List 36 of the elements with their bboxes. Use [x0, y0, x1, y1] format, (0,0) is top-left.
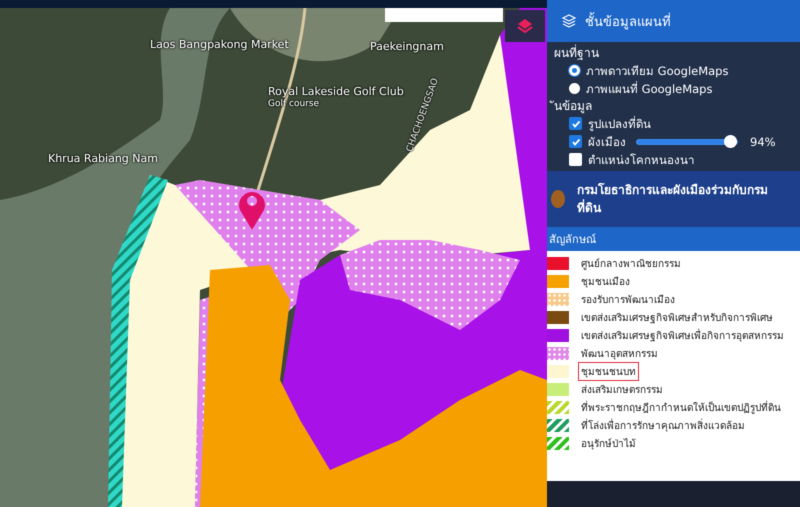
layers-icon	[561, 13, 577, 29]
legend-title: สัญลักษณ์	[549, 232, 596, 248]
seal-icon	[551, 190, 565, 208]
legend-label: ส่งเสริมเกษตรกรรม	[580, 384, 664, 398]
section-heading: ันข้อมูล	[551, 98, 794, 114]
legend-label: ชุมชนชนบท	[579, 362, 638, 380]
radio-button[interactable]	[569, 83, 580, 94]
slider-value: 94%	[750, 134, 776, 148]
option-label[interactable]: ภาพแผนที่ GoogleMaps	[586, 80, 712, 98]
layers-button[interactable]	[505, 10, 545, 42]
checkbox[interactable]	[569, 117, 582, 130]
agency-name: กรมโยธาธิการและผังเมืองร่วมกับกรมที่ดิน	[577, 182, 769, 217]
checkbox[interactable]	[569, 153, 582, 166]
map-label: Laos Bangpakong Market	[150, 38, 289, 51]
legend-label: เขตส่งเสริมเศรษฐกิจพิเศษเพื่อกิจการอุตสหกรรม	[580, 328, 785, 344]
layer-label[interactable]: ตำแหน่งโคกหนองนา	[588, 150, 694, 168]
legend-label: รองรับการพัฒนาเมือง	[580, 294, 676, 308]
map-label: Khrua Rabiang Nam	[48, 152, 158, 165]
location-pin-icon[interactable]	[239, 192, 265, 230]
legend-label: ที่พระราชกฤษฎีกากำหนดให้เป็นเขตปฏิรูปที่ดิน	[580, 400, 782, 416]
legend-label: ที่โล่งเพื่อการรักษาคุณภาพสิ่งแวดล้อม	[580, 418, 746, 434]
panel-title: ชั้นข้อมูลแผนที่	[585, 10, 671, 32]
search-field[interactable]	[385, 8, 503, 22]
section-heading: ผนที่ฐาน	[553, 45, 600, 61]
layer-label[interactable]: รูปแปลงที่ดิน	[588, 114, 651, 132]
layer-label[interactable]: ผังเมือง	[588, 132, 626, 150]
map-label: Paekeingnam	[370, 40, 444, 53]
layers-icon	[515, 16, 535, 36]
checkbox[interactable]	[569, 135, 582, 148]
legend-label: เขตส่งเสริมเศรษฐกิจพิเศษสำหรับกิจการพิเศษ	[580, 312, 774, 326]
legend-label: ศูนย์กลางพาณิชยกรรม	[580, 257, 682, 272]
legend-label: พัฒนาอุตสหกรรม	[580, 348, 659, 362]
radio-button[interactable]	[569, 65, 580, 76]
legend-label: ชุมชนเมือง	[580, 276, 631, 290]
legend-label: อนุรักษ์ป่าไม้	[580, 437, 637, 452]
option-label[interactable]: ภาพดาวเทียม GoogleMaps	[586, 62, 728, 80]
